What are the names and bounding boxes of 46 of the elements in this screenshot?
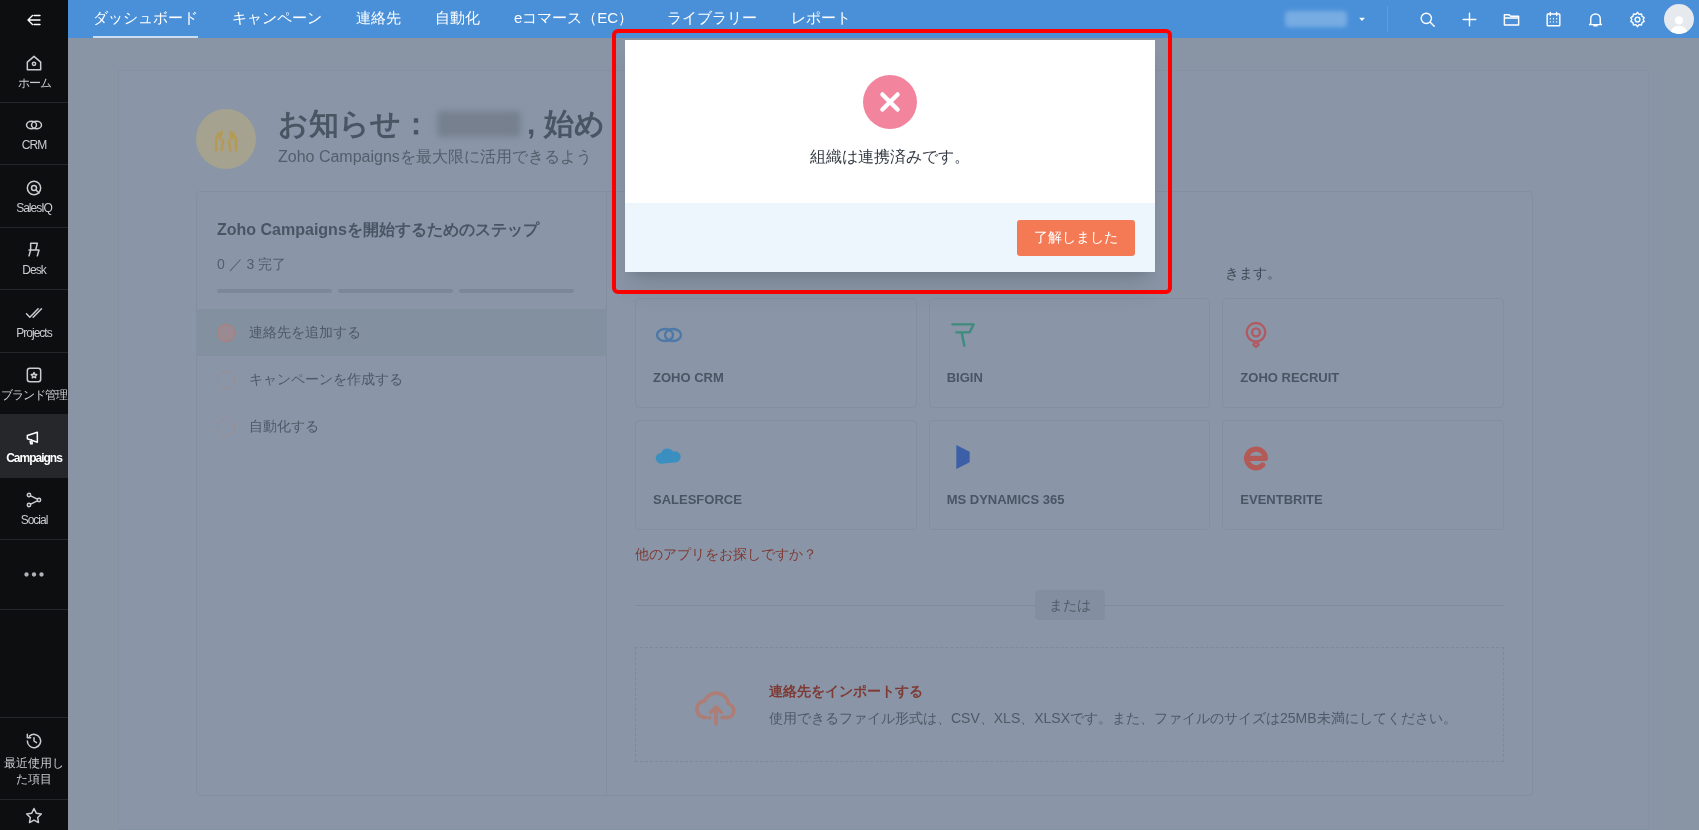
sidebar-item[interactable]: SalesIQ bbox=[0, 165, 68, 228]
blurred-name-block bbox=[1285, 11, 1347, 27]
more-dots-icon[interactable] bbox=[24, 572, 44, 577]
step-item[interactable]: 自動化する bbox=[197, 403, 606, 450]
step-item[interactable]: キャンペーンを作成する bbox=[197, 356, 606, 403]
progress-text: 0 ／ 3 完了 bbox=[216, 255, 288, 274]
integration-card[interactable]: ZOHO CRM bbox=[635, 298, 917, 408]
step-item[interactable]: 連絡先を追加する bbox=[197, 309, 606, 356]
sidebar-item[interactable]: ホーム bbox=[0, 40, 68, 103]
sidebar-item[interactable]: Campaigns bbox=[0, 415, 68, 478]
plus-icon bbox=[1459, 9, 1479, 29]
search-icon bbox=[1417, 9, 1437, 29]
calendar-icon bbox=[1543, 9, 1563, 29]
heading-text: , 始め bbox=[527, 109, 605, 139]
star-icon bbox=[24, 806, 44, 826]
nav-tab[interactable]: キャンペーン bbox=[232, 0, 322, 38]
sidebar-item[interactable]: Social bbox=[0, 477, 68, 540]
heading-text: お知らせ： bbox=[278, 109, 431, 139]
integration-card[interactable]: MS DYNAMICS 365 bbox=[928, 420, 1211, 530]
steps-title: Zoho Campaignsを開始するためのステップ bbox=[216, 220, 541, 240]
integration-card[interactable]: ZOHO RECRUIT bbox=[1222, 298, 1504, 408]
avatar[interactable] bbox=[1664, 4, 1694, 34]
subtitle-text: Zoho Campaignsを最大限に活用できるよう bbox=[278, 147, 593, 167]
nav-tab[interactable]: 連絡先 bbox=[356, 0, 401, 38]
caption-text: きます。 bbox=[1225, 266, 1281, 280]
error-icon bbox=[863, 74, 917, 129]
import-title: 連絡先をインポートする bbox=[769, 681, 924, 701]
nav-tab[interactable]: レポート bbox=[791, 0, 852, 38]
confirm-button[interactable]: 了解しました bbox=[1017, 219, 1135, 256]
nav-tab[interactable]: ライブラリー bbox=[667, 0, 758, 38]
sidebar-item[interactable]: Projects bbox=[0, 290, 68, 353]
nav-tab[interactable]: 自動化 bbox=[435, 0, 480, 38]
sidebar-item[interactable]: Desk bbox=[0, 227, 68, 290]
more-apps-link[interactable]: 他のアプリをお探しですか？ bbox=[635, 544, 817, 565]
integration-card[interactable]: EVENTBRITE bbox=[1222, 420, 1504, 530]
divider-label: または bbox=[1034, 590, 1105, 620]
nav-tab[interactable]: ダッシュボード bbox=[93, 0, 198, 38]
settings-icon bbox=[1627, 9, 1647, 29]
sidebar-item[interactable]: CRM bbox=[0, 102, 68, 165]
nav-tab[interactable]: eコマース（EC） bbox=[514, 0, 634, 38]
dialog-message: 組織は連携済みです。 bbox=[810, 146, 970, 167]
integration-card[interactable]: BIGIN bbox=[928, 298, 1211, 408]
import-dropzone[interactable]: 連絡先をインポートする 使用できるファイル形式は、CSV、XLS、XLSXです。また、ファイルのサイズは25MB未満にしてください。 bbox=[635, 647, 1504, 762]
recent-items-button[interactable]: 最近使用した項目 bbox=[0, 718, 68, 800]
import-description: 使用できるファイル形式は、CSV、XLS、XLSXです。また、ファイルのサイズは25MB未満にしてください。 bbox=[769, 708, 1457, 728]
integration-card[interactable]: SALESFORCE bbox=[635, 420, 917, 530]
